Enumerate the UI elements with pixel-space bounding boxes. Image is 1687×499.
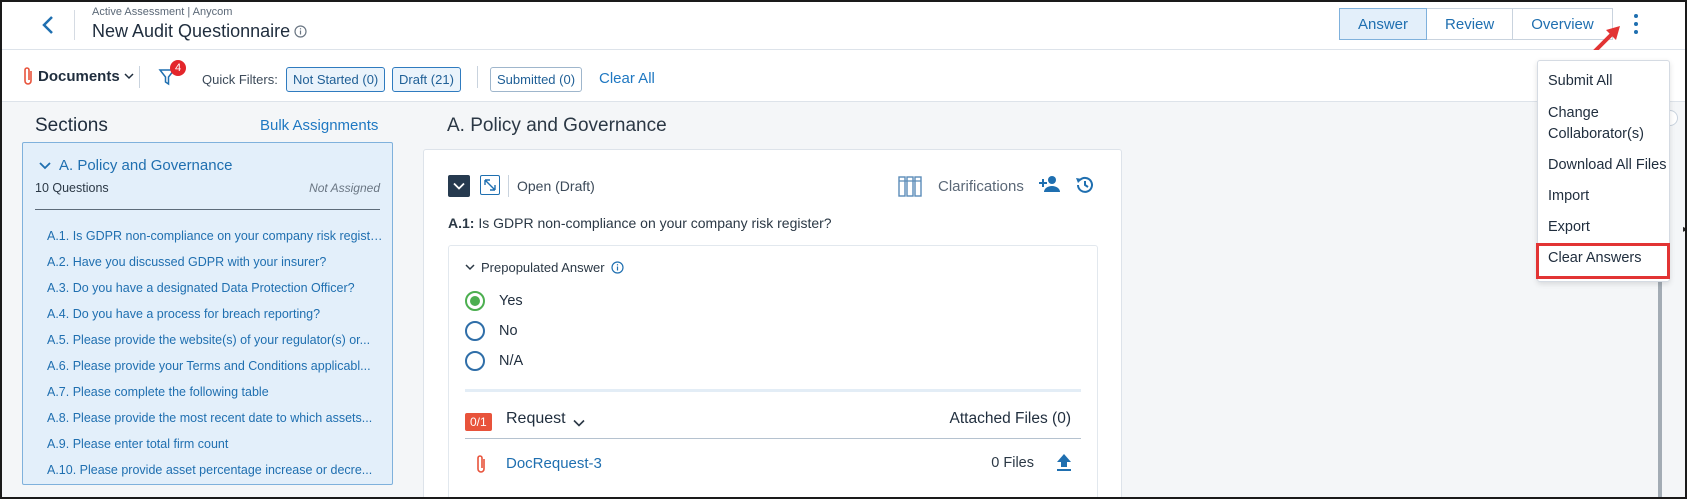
question-text: A.1: Is GDPR non-compliance on your comp…	[448, 215, 832, 231]
clear-all-link[interactable]: Clear All	[599, 70, 655, 87]
chevron-down-icon	[453, 182, 465, 190]
question-item[interactable]: A.1. Is GDPR non-compliance on your comp…	[47, 225, 385, 251]
radio-button[interactable]	[465, 321, 485, 341]
highlight-box	[1536, 243, 1670, 279]
question-item[interactable]: A.10. Please provide asset percentage in…	[47, 459, 385, 485]
documents-label: Documents	[38, 67, 120, 85]
info-icon[interactable]	[294, 25, 307, 43]
assignment-status: Not Assigned	[309, 181, 380, 195]
question-item[interactable]: A.5. Please provide the website(s) of yo…	[47, 329, 385, 355]
status-divider	[508, 175, 509, 197]
add-person-icon[interactable]	[1038, 174, 1062, 199]
question-card: Open (Draft) Clarifications A.1: Is GDPR…	[423, 149, 1122, 497]
sections-title: Sections	[35, 115, 108, 136]
menu-item-export[interactable]: Export	[1548, 217, 1590, 238]
filter-chip-submitted[interactable]: Submitted (0)	[490, 67, 583, 92]
view-tabs: Answer Review Overview	[1339, 8, 1613, 40]
back-button[interactable]	[36, 12, 60, 38]
main-section-title: A. Policy and Governance	[447, 115, 667, 136]
question-item[interactable]: A.7. Please complete the following table	[47, 381, 385, 407]
tab-review[interactable]: Review	[1427, 8, 1514, 40]
documents-dropdown[interactable]: Documents	[22, 66, 134, 86]
radio-label: N/A	[499, 353, 524, 369]
attached-files-count: Attached Files (0)	[949, 410, 1071, 427]
filter-chip-not-started[interactable]: Not Started (0)	[286, 67, 386, 92]
request-progress-badge: 0/1	[465, 413, 492, 431]
file-count: 0 Files	[991, 455, 1034, 471]
section-header[interactable]: A. Policy and Governance	[39, 157, 232, 174]
section-name: A. Policy and Governance	[59, 157, 233, 174]
request-chevron-icon[interactable]	[573, 414, 585, 432]
bulk-assignments-link[interactable]: Bulk Assignments	[260, 117, 378, 134]
toolbar-divider	[477, 66, 478, 88]
breadcrumb: Active Assessment | Anycom	[92, 6, 233, 18]
prepopulated-toggle[interactable]: Prepopulated Answer	[465, 260, 624, 275]
radio-button[interactable]	[465, 291, 485, 311]
paperclip-icon	[475, 454, 487, 479]
info-icon	[610, 261, 624, 274]
answer-divider	[465, 389, 1081, 392]
radio-label: Yes	[499, 293, 523, 309]
upload-icon[interactable]	[1055, 452, 1073, 477]
question-item[interactable]: A.9. Please enter total firm count	[47, 433, 385, 459]
filter-chip-draft[interactable]: Draft (21)	[392, 67, 461, 92]
header: Active Assessment | Anycom New Audit Que…	[2, 2, 1685, 54]
chevron-down-icon	[39, 162, 51, 170]
doc-request-link[interactable]: DocRequest-3	[506, 455, 602, 472]
clarifications-icon[interactable]	[897, 173, 923, 204]
clarifications-label: Clarifications	[938, 178, 1024, 195]
request-divider	[465, 438, 1081, 439]
radio-option-na[interactable]: N/A	[465, 351, 523, 371]
section-divider	[35, 209, 380, 210]
toolbar-divider	[139, 66, 140, 88]
radio-option-no[interactable]: No	[465, 321, 518, 341]
question-number: A.1:	[448, 215, 475, 231]
question-item[interactable]: A.8. Please provide the most recent date…	[47, 407, 385, 433]
paperclip-icon	[24, 67, 32, 85]
question-body: Is GDPR non-compliance on your company r…	[478, 215, 832, 231]
more-options-icon[interactable]	[1627, 10, 1645, 40]
tab-answer[interactable]: Answer	[1339, 8, 1428, 40]
question-count: 10 Questions	[35, 181, 109, 195]
question-item[interactable]: A.2. Have you discussed GDPR with your i…	[47, 251, 385, 277]
request-label: Request	[506, 410, 566, 427]
chevron-left-icon	[42, 16, 53, 34]
answer-box: Prepopulated Answer Yes No N/A 0/1 Reque…	[448, 245, 1098, 497]
menu-item-import[interactable]: Import	[1548, 186, 1589, 207]
radio-option-yes[interactable]: Yes	[465, 291, 523, 311]
section-card: A. Policy and Governance 10 Questions No…	[22, 142, 393, 485]
app-frame: Active Assessment | Anycom New Audit Que…	[0, 0, 1687, 499]
question-item[interactable]: A.6. Please provide your Terms and Condi…	[47, 355, 385, 381]
question-item[interactable]: A.3. Do you have a designated Data Prote…	[47, 277, 385, 303]
expand-button[interactable]	[480, 175, 500, 195]
expand-icon	[484, 179, 496, 191]
chevron-down-icon	[465, 264, 475, 271]
menu-item-change-collaborators[interactable]: Change Collaborator(s)	[1548, 103, 1666, 145]
page-title: New Audit Questionnaire	[92, 21, 291, 41]
chevron-down-icon	[124, 73, 134, 80]
history-icon[interactable]	[1074, 174, 1096, 201]
menu-item-submit-all[interactable]: Submit All	[1548, 71, 1612, 92]
caret-right-icon: ▸	[1683, 224, 1685, 235]
radio-label: No	[499, 323, 518, 339]
prepopulated-label: Prepopulated Answer	[481, 260, 605, 275]
question-list: A.1. Is GDPR non-compliance on your comp…	[47, 225, 385, 485]
filter-count-badge: 4	[170, 60, 186, 76]
collapse-button[interactable]	[448, 175, 470, 197]
header-divider	[74, 10, 75, 40]
menu-item-download-all-files[interactable]: Download All Files	[1548, 155, 1666, 176]
radio-button[interactable]	[465, 351, 485, 371]
question-status: Open (Draft)	[517, 178, 595, 194]
quick-filters-label: Quick Filters:	[202, 72, 278, 87]
question-item[interactable]: A.4. Do you have a process for breach re…	[47, 303, 385, 329]
